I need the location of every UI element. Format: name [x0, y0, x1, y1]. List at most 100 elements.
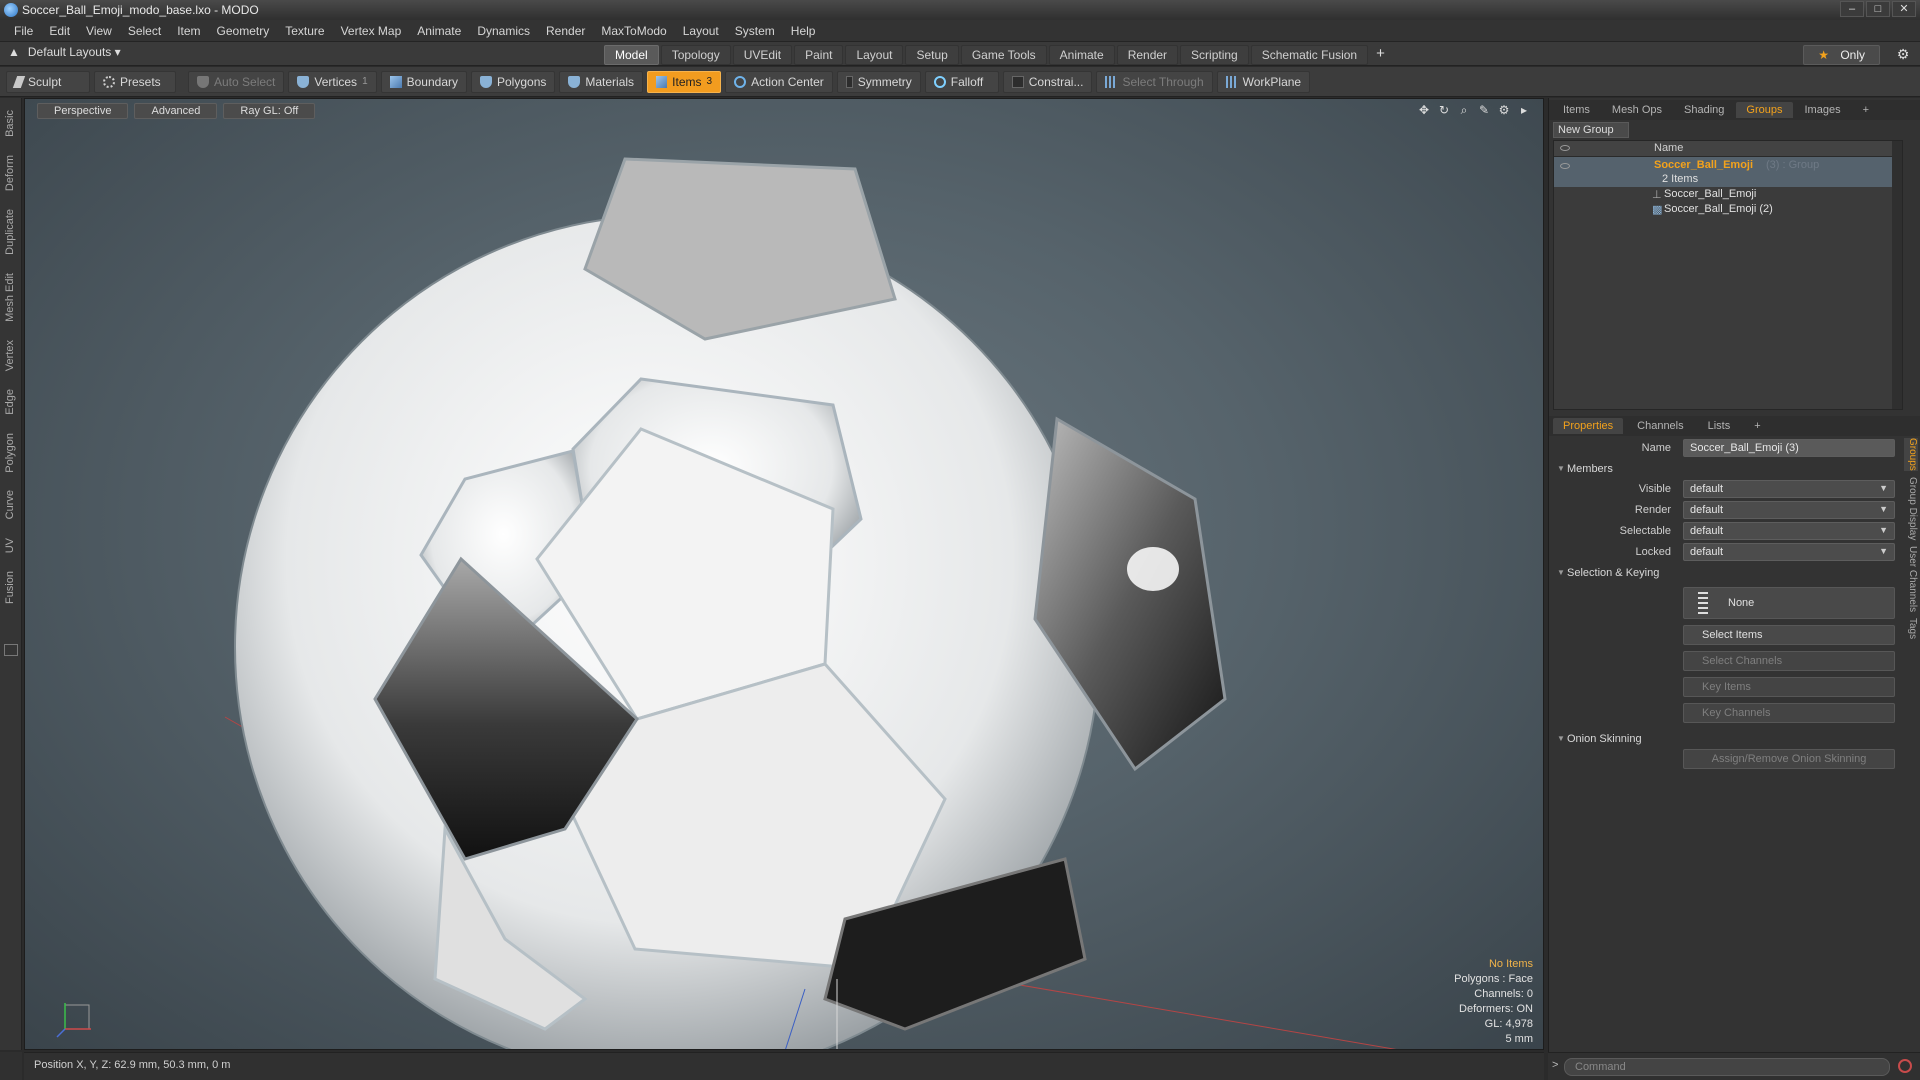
- symmetry-button[interactable]: Symmetry: [836, 70, 921, 93]
- menu-system[interactable]: System: [727, 24, 783, 38]
- left-tab-curve[interactable]: Curve: [4, 490, 21, 519]
- assign-onion-skinning-button[interactable]: Assign/Remove Onion Skinning: [1683, 749, 1895, 769]
- group-row[interactable]: Soccer_Ball_Emoji (3) : Group 2 Items: [1554, 157, 1902, 187]
- tab-properties[interactable]: Properties: [1553, 418, 1624, 434]
- left-tab-fusion[interactable]: Fusion: [4, 571, 21, 604]
- vtab-group-display[interactable]: Group Display: [1904, 477, 1918, 540]
- add-properties-tab-button[interactable]: +: [1744, 418, 1770, 434]
- menu-animate[interactable]: Animate: [409, 24, 469, 38]
- menu-texture[interactable]: Texture: [277, 24, 332, 38]
- tab-mesh-ops[interactable]: Mesh Ops: [1602, 102, 1672, 118]
- name-field[interactable]: Soccer_Ball_Emoji (3): [1683, 439, 1895, 457]
- members-section[interactable]: ▼ Members: [1553, 459, 1899, 479]
- group-visibility-icon[interactable]: [1560, 163, 1570, 169]
- close-button[interactable]: ✕: [1892, 1, 1916, 17]
- left-tab-mesh-edit[interactable]: Mesh Edit: [4, 273, 21, 322]
- viewport-settings-icon[interactable]: ⚙: [1497, 103, 1511, 118]
- only-button[interactable]: ★ Only: [1803, 45, 1880, 65]
- tab-render[interactable]: Render: [1116, 45, 1179, 65]
- add-panel-tab-button[interactable]: +: [1853, 102, 1879, 118]
- add-tab-button[interactable]: +: [1370, 45, 1391, 65]
- menu-edit[interactable]: Edit: [41, 24, 78, 38]
- tab-channels[interactable]: Channels: [1627, 418, 1693, 434]
- rotate-view-icon[interactable]: ↻: [1437, 103, 1451, 118]
- menu-geometry[interactable]: Geometry: [209, 24, 278, 38]
- gear-icon[interactable]: ⚙: [1894, 46, 1912, 62]
- falloff-button[interactable]: Falloff: [924, 70, 999, 93]
- left-strip-toggle[interactable]: [4, 644, 18, 657]
- items-button[interactable]: Items 3: [647, 70, 722, 93]
- onion-skinning-section[interactable]: ▼ Onion Skinning: [1553, 729, 1899, 749]
- vtab-tags[interactable]: Tags: [1904, 618, 1918, 639]
- tab-shading[interactable]: Shading: [1674, 102, 1734, 118]
- group-child-row[interactable]: ⊥ Soccer_Ball_Emoji: [1554, 187, 1902, 202]
- none-button[interactable]: None: [1683, 587, 1895, 619]
- visible-dropdown[interactable]: default ▼: [1683, 480, 1895, 498]
- auto-select-button[interactable]: Auto Select: [188, 70, 285, 93]
- left-tab-vertex[interactable]: Vertex: [4, 340, 21, 371]
- record-icon[interactable]: [1898, 1059, 1912, 1073]
- action-center-button[interactable]: Action Center: [725, 70, 833, 93]
- command-input[interactable]: Command: [1564, 1058, 1890, 1076]
- menu-render[interactable]: Render: [538, 24, 593, 38]
- vtab-user-channels[interactable]: User Channels: [1904, 546, 1918, 612]
- select-items-button[interactable]: Select Items: [1683, 625, 1895, 645]
- menu-select[interactable]: Select: [120, 24, 169, 38]
- polygons-button[interactable]: Polygons: [471, 70, 556, 93]
- menu-vertex-map[interactable]: Vertex Map: [333, 24, 410, 38]
- menu-file[interactable]: File: [6, 24, 41, 38]
- tab-items[interactable]: Items: [1553, 102, 1600, 118]
- tab-topology[interactable]: Topology: [660, 45, 731, 65]
- materials-button[interactable]: Materials: [559, 70, 644, 93]
- left-tab-uv[interactable]: UV: [4, 538, 21, 553]
- locked-dropdown[interactable]: default ▼: [1683, 543, 1895, 561]
- selectable-dropdown[interactable]: default ▼: [1683, 522, 1895, 540]
- perspective-button[interactable]: Perspective: [37, 103, 129, 119]
- move-view-icon[interactable]: ✥: [1417, 103, 1431, 118]
- viewport-expand-icon[interactable]: ▸: [1517, 103, 1531, 118]
- workplane-button[interactable]: WorkPlane: [1216, 70, 1311, 93]
- 3d-viewport[interactable]: Perspective Advanced Ray GL: Off ✥ ↻ ⌕ ✎…: [24, 98, 1544, 1050]
- ray-gl-button[interactable]: Ray GL: Off: [223, 103, 316, 119]
- maximize-button[interactable]: □: [1866, 1, 1890, 17]
- selection-keying-section[interactable]: ▼ Selection & Keying: [1553, 563, 1899, 583]
- edit-view-icon[interactable]: ✎: [1477, 103, 1491, 118]
- key-channels-button[interactable]: Key Channels: [1683, 703, 1895, 723]
- tab-animate[interactable]: Animate: [1048, 45, 1115, 65]
- key-items-button[interactable]: Key Items: [1683, 677, 1895, 697]
- left-tab-polygon[interactable]: Polygon: [4, 433, 21, 473]
- minimize-button[interactable]: –: [1840, 1, 1864, 17]
- advanced-button[interactable]: Advanced: [134, 103, 218, 119]
- constraints-button[interactable]: Constrai...: [1002, 70, 1093, 93]
- menu-maxtomodo[interactable]: MaxToModo: [593, 24, 674, 38]
- left-tab-edge[interactable]: Edge: [4, 389, 21, 415]
- left-tab-duplicate[interactable]: Duplicate: [4, 209, 21, 255]
- presets-button[interactable]: Presets: [94, 70, 176, 93]
- tab-layout[interactable]: Layout: [845, 45, 904, 65]
- zoom-view-icon[interactable]: ⌕: [1457, 103, 1471, 118]
- left-tab-deform[interactable]: Deform: [4, 155, 21, 191]
- tab-schematic-fusion[interactable]: Schematic Fusion: [1250, 45, 1369, 65]
- menu-item[interactable]: Item: [169, 24, 208, 38]
- menu-layout[interactable]: Layout: [675, 24, 727, 38]
- new-group-button[interactable]: New Group: [1553, 122, 1629, 138]
- tab-groups[interactable]: Groups: [1736, 102, 1793, 118]
- select-through-button[interactable]: Select Through: [1096, 70, 1213, 93]
- vertices-button[interactable]: Vertices 1: [288, 70, 377, 93]
- tab-images[interactable]: Images: [1795, 102, 1851, 118]
- tab-setup[interactable]: Setup: [905, 45, 959, 65]
- vtab-groups[interactable]: Groups: [1904, 438, 1918, 471]
- menu-help[interactable]: Help: [783, 24, 824, 38]
- select-channels-button[interactable]: Select Channels: [1683, 651, 1895, 671]
- group-child-row[interactable]: ▩ Soccer_Ball_Emoji (2): [1554, 202, 1902, 217]
- sculpt-button[interactable]: Sculpt: [6, 70, 90, 93]
- layout-selector[interactable]: ▲ Default Layouts ▾: [8, 45, 121, 59]
- tab-game-tools[interactable]: Game Tools: [960, 45, 1047, 65]
- menu-dynamics[interactable]: Dynamics: [469, 24, 538, 38]
- left-tab-basic[interactable]: Basic: [4, 110, 21, 137]
- tab-scripting[interactable]: Scripting: [1180, 45, 1249, 65]
- tab-uvedit[interactable]: UVEdit: [732, 45, 793, 65]
- render-dropdown[interactable]: default ▼: [1683, 501, 1895, 519]
- groups-list-scrollbar[interactable]: [1892, 141, 1902, 409]
- boundary-button[interactable]: Boundary: [380, 70, 467, 93]
